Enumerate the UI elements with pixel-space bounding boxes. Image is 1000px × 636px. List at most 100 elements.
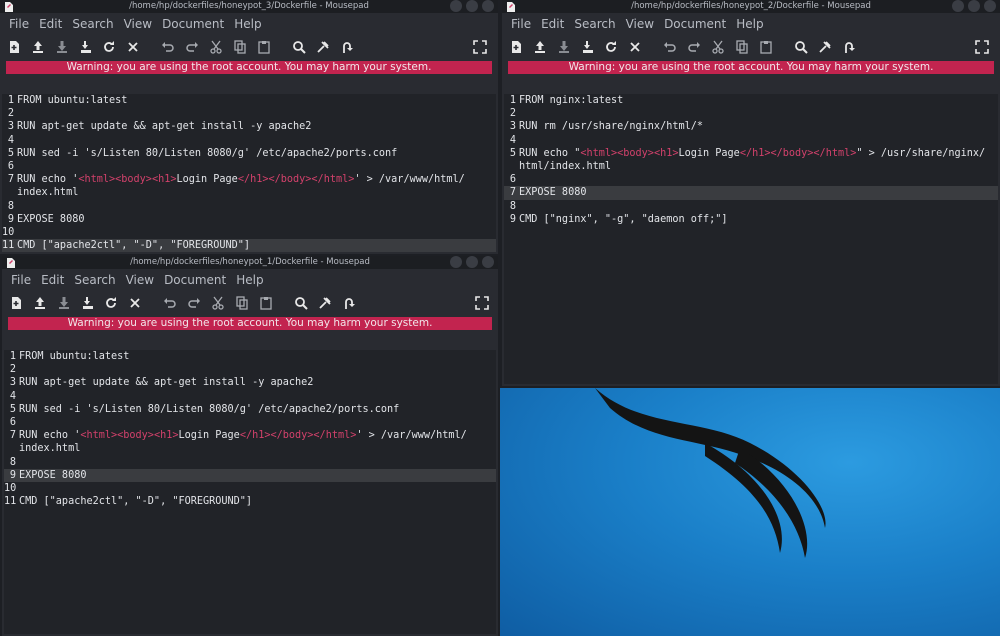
close-button[interactable] [482,0,494,12]
reload-icon[interactable] [103,295,119,311]
menu-edit[interactable]: Edit [41,273,64,287]
copy-icon[interactable] [734,39,750,55]
go-to-line-icon[interactable] [341,295,357,311]
cut-icon[interactable] [710,39,726,55]
find-replace-icon[interactable] [315,39,331,55]
code-line[interactable]: 9 EXPOSE 8080 [2,213,496,226]
menu-document[interactable]: Document [664,17,726,31]
reload-icon[interactable] [603,39,619,55]
find-replace-icon[interactable] [317,295,333,311]
text-editor[interactable]: 1 FROM ubuntu:latest 2 3 RUN apt-get updat… [2,94,496,253]
find-icon[interactable] [793,39,809,55]
code-line[interactable]: 2 [504,107,998,120]
menu-file[interactable]: File [11,273,31,287]
fullscreen-icon[interactable] [474,295,490,311]
titlebar[interactable]: /home/hp/dockerfiles/honeypot_3/Dockerfi… [0,0,498,13]
open-file-icon[interactable] [32,295,48,311]
code-line[interactable]: 1 FROM nginx:latest [504,94,998,107]
text-editor[interactable]: 1 FROM nginx:latest 2 3 RUN rm /usr/share/… [504,94,998,384]
go-to-line-icon[interactable] [841,39,857,55]
menu-document[interactable]: Document [162,17,224,31]
menu-edit[interactable]: Edit [541,17,564,31]
mousepad-window-honeypot2[interactable]: /home/hp/dockerfiles/honeypot_2/Dockerfi… [502,0,1000,386]
code-line[interactable]: 7 RUN echo '<html><body><h1>Login Page</h… [2,173,496,186]
code-line[interactable]: 8 [4,456,496,469]
menu-file[interactable]: File [9,17,29,31]
close-document-icon[interactable] [125,39,141,55]
save-as-icon[interactable] [80,295,96,311]
undo-icon[interactable] [160,39,176,55]
cut-icon[interactable] [210,295,226,311]
menu-help[interactable]: Help [736,17,763,31]
code-line[interactable]: 3 RUN apt-get update && apt-get install -… [4,376,496,389]
reload-icon[interactable] [101,39,117,55]
find-icon[interactable] [291,39,307,55]
maximize-button[interactable] [968,0,980,12]
menu-view[interactable]: View [626,17,654,31]
current-line[interactable]: 11 CMD ["apache2ctl", "-D", "FOREGROUND"] [2,239,496,253]
current-line[interactable]: 7 EXPOSE 8080 [504,186,998,200]
code-line[interactable]: 6 [4,416,496,429]
minimize-button[interactable] [450,256,462,268]
code-line[interactable]: 11 CMD ["apache2ctl", "-D", "FOREGROUND"] [4,495,496,508]
code-line[interactable]: 5 RUN sed -i 's/Listen 80/Listen 8080/g' … [2,147,496,160]
redo-icon[interactable] [184,39,200,55]
code-line[interactable]: 7 RUN echo '<html><body><h1>Login Page</h… [4,429,496,442]
titlebar[interactable]: /home/hp/dockerfiles/honeypot_1/Dockerfi… [2,256,498,269]
mousepad-window-honeypot3[interactable]: /home/hp/dockerfiles/honeypot_3/Dockerfi… [0,0,498,254]
save-icon[interactable] [54,39,70,55]
save-icon[interactable] [556,39,572,55]
undo-icon[interactable] [662,39,678,55]
code-line[interactable]: 9 CMD ["nginx", "-g", "daemon off;"] [504,213,998,226]
menu-help[interactable]: Help [236,273,263,287]
close-document-icon[interactable] [627,39,643,55]
redo-icon[interactable] [686,39,702,55]
mousepad-window-honeypot1[interactable]: /home/hp/dockerfiles/honeypot_1/Dockerfi… [2,256,498,636]
code-line[interactable]: 6 [504,173,998,186]
close-document-icon[interactable] [127,295,143,311]
copy-icon[interactable] [232,39,248,55]
maximize-button[interactable] [466,0,478,12]
code-line[interactable]: 2 [2,107,496,120]
open-file-icon[interactable] [30,39,46,55]
paste-icon[interactable] [256,39,272,55]
code-line[interactable]: 2 [4,363,496,376]
find-replace-icon[interactable] [817,39,833,55]
save-icon[interactable] [56,295,72,311]
menu-search[interactable]: Search [72,17,113,31]
paste-icon[interactable] [758,39,774,55]
code-line[interactable]: 6 [2,160,496,173]
new-document-icon[interactable] [508,39,524,55]
code-line[interactable]: 3 RUN rm /usr/share/nginx/html/* [504,120,998,133]
close-button[interactable] [984,0,996,12]
code-line[interactable]: index.html [4,442,496,455]
menu-help[interactable]: Help [234,17,261,31]
menu-view[interactable]: View [126,273,154,287]
code-line[interactable]: 1 FROM ubuntu:latest [4,350,496,363]
maximize-button[interactable] [466,256,478,268]
code-line[interactable]: 4 [2,134,496,147]
fullscreen-icon[interactable] [974,39,990,55]
menu-file[interactable]: File [511,17,531,31]
menu-edit[interactable]: Edit [39,17,62,31]
code-line[interactable]: 8 [504,200,998,213]
minimize-button[interactable] [952,0,964,12]
cut-icon[interactable] [208,39,224,55]
code-line[interactable]: 10 [4,482,496,495]
code-line[interactable]: 5 RUN echo "<html><body><h1>Login Page</h… [504,147,998,160]
close-button[interactable] [482,256,494,268]
code-line[interactable]: 5 RUN sed -i 's/Listen 80/Listen 8080/g' … [4,403,496,416]
new-document-icon[interactable] [6,39,22,55]
minimize-button[interactable] [450,0,462,12]
text-editor[interactable]: 1 FROM ubuntu:latest 2 3 RUN apt-get updat… [4,350,496,634]
code-line[interactable]: 1 FROM ubuntu:latest [2,94,496,107]
code-line[interactable]: index.html [2,186,496,199]
code-line[interactable]: 4 [504,134,998,147]
current-line[interactable]: 9 EXPOSE 8080 [4,468,496,483]
open-file-icon[interactable] [532,39,548,55]
new-document-icon[interactable] [8,295,24,311]
menu-search[interactable]: Search [574,17,615,31]
code-line[interactable]: 8 [2,200,496,213]
paste-icon[interactable] [258,295,274,311]
menu-search[interactable]: Search [74,273,115,287]
